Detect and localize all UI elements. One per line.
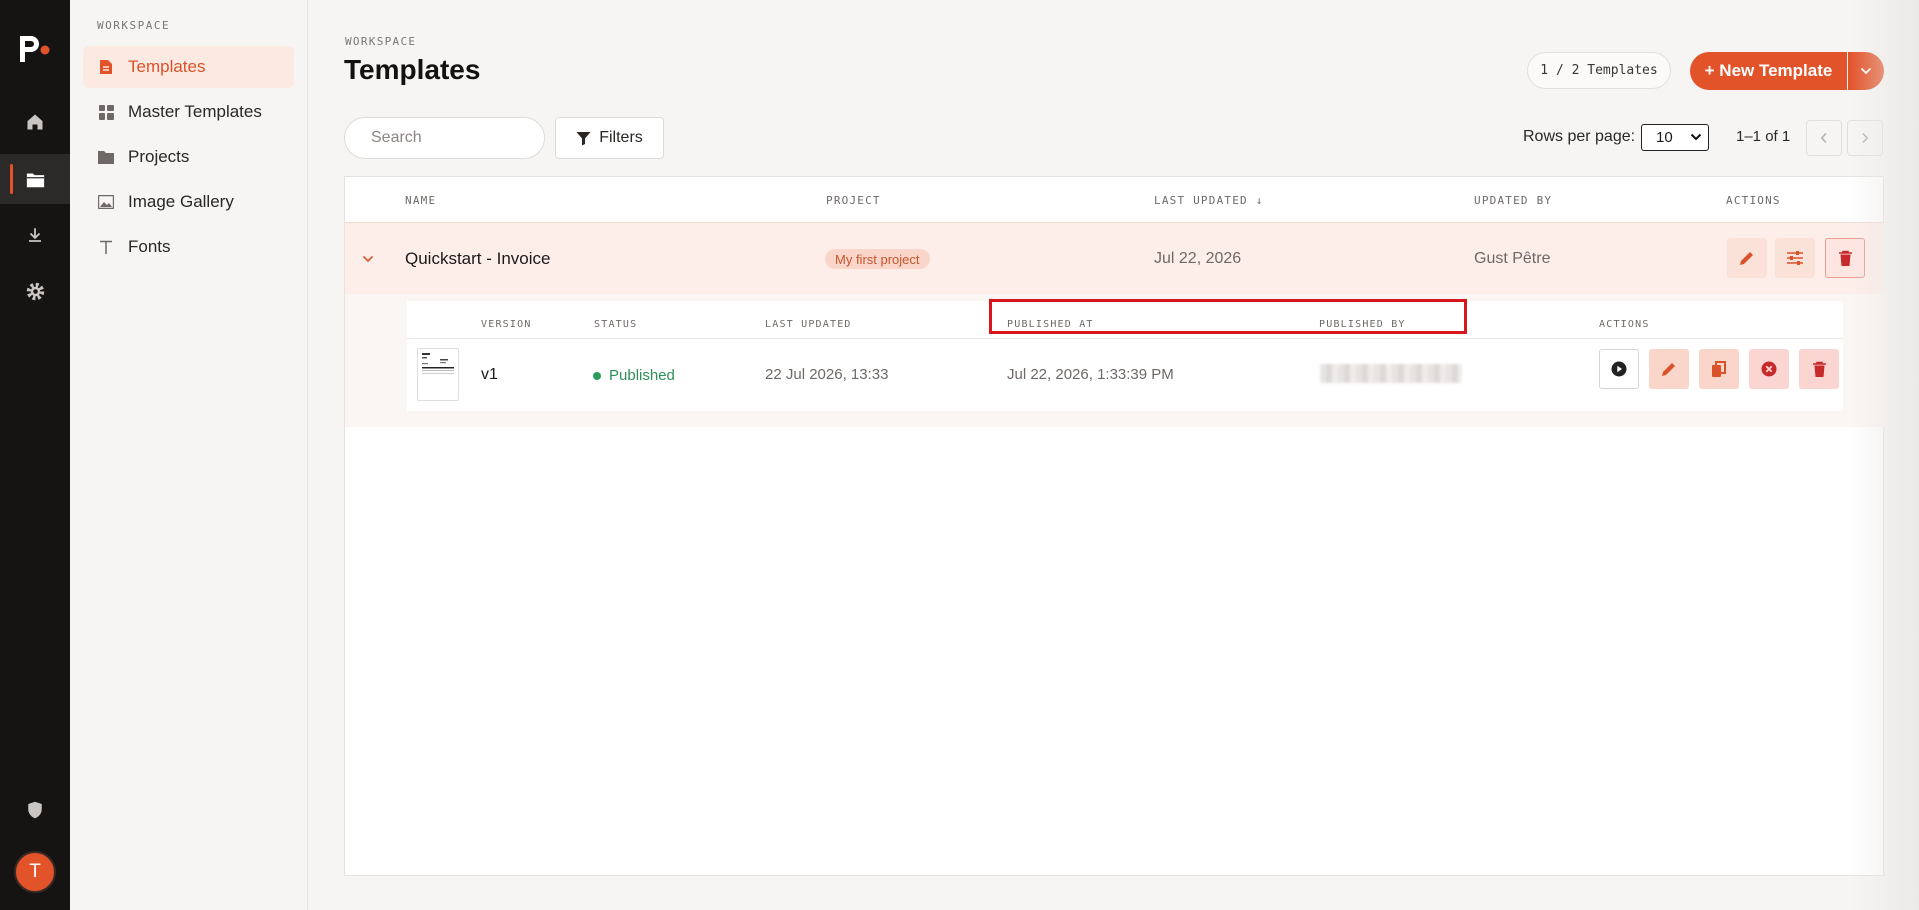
download-nav[interactable] [0,210,70,260]
filters-button[interactable]: Filters [555,117,664,159]
new-template-button[interactable]: + New Template [1690,52,1847,90]
preview-version-button[interactable] [1599,349,1639,389]
updated-by: Gust Pêtre [1474,250,1551,267]
rows-per-page-value: 10 [1656,129,1673,146]
template-name[interactable]: Quickstart - Invoice [405,249,551,269]
sidebar-item-templates[interactable]: Templates [83,46,294,88]
copy-icon [1712,360,1726,377]
pagination-range: 1–1 of 1 [1736,128,1791,145]
rows-per-page-select[interactable]: 10 [1641,124,1709,151]
sidebar: WORKSPACE Templates Master Templates Pro… [70,0,308,910]
column-header-updated-by[interactable]: UPDATED BY [1474,194,1552,207]
sidebar-item-label: Image Gallery [128,192,234,211]
sidebar-item-label: Templates [128,57,206,76]
font-icon [97,238,115,256]
status-badge: Published [593,367,675,384]
folder-icon [26,172,44,187]
chevron-down-icon [362,255,374,263]
sidebar-item-label: Fonts [128,237,171,256]
chevron-down-icon [1860,67,1872,75]
version-actions-column-header: ACTIONS [1599,319,1650,330]
sidebar-item-fonts[interactable]: Fonts [83,226,294,268]
sidebar-item-image-gallery[interactable]: Image Gallery [83,181,294,223]
page-title: Templates [344,54,481,85]
project-badge[interactable]: My first project [825,249,930,269]
template-settings-button[interactable] [1775,238,1815,278]
settings-nav[interactable] [0,266,70,316]
cancel-circle-icon [1761,361,1777,377]
gear-icon [26,282,44,300]
app-logo[interactable] [17,32,53,66]
new-template-dropdown-button[interactable] [1848,52,1884,90]
image-icon [97,193,115,211]
search-input[interactable] [344,117,545,159]
shield-icon [28,801,42,819]
expand-row-button[interactable] [362,250,374,268]
status-column-header: STATUS [594,319,638,330]
column-header-name[interactable]: NAME [405,194,436,207]
download-icon [29,228,41,242]
column-header-actions: ACTIONS [1726,194,1781,207]
document-icon [97,58,115,76]
play-icon [1611,361,1627,377]
home-nav[interactable] [0,97,70,147]
edit-version-button[interactable] [1649,349,1689,389]
templates-table: NAME PROJECT LAST UPDATED ↓ UPDATED BY A… [344,176,1884,876]
highlight-annotation [989,299,1467,334]
template-count-badge: 1 / 2 Templates [1527,52,1671,89]
pencil-icon [1740,252,1753,265]
pencil-icon [1662,363,1675,376]
sidebar-item-label: Master Templates [128,102,262,121]
chevron-down-icon [1690,133,1702,141]
last-updated-column-header: LAST UPDATED [765,319,852,330]
sliders-icon [1787,251,1803,265]
app-rail: T [0,0,70,910]
sidebar-item-label: Projects [128,147,190,166]
version-last-updated: 22 Jul 2026, 13:33 [765,366,889,383]
unpublish-version-button[interactable] [1749,349,1789,389]
table-row[interactable]: Quickstart - Invoice My first project Ju… [345,222,1884,294]
column-header-project[interactable]: PROJECT [826,194,881,207]
home-icon [27,114,43,130]
breadcrumb: WORKSPACE [345,35,417,48]
edit-template-button[interactable] [1727,238,1767,278]
rows-per-page-label: Rows per page: [1523,128,1636,145]
filter-icon [576,131,591,145]
delete-template-button[interactable] [1825,238,1865,278]
last-updated: Jul 22, 2026 [1154,250,1242,267]
version-label[interactable]: v1 [481,366,498,384]
user-avatar[interactable]: T [14,851,56,893]
published-by-redacted [1320,364,1462,383]
grid-icon [97,103,115,121]
next-page-button[interactable] [1847,120,1883,156]
sidebar-item-master-templates[interactable]: Master Templates [83,91,294,133]
security-nav[interactable] [0,785,70,835]
trash-icon [1838,250,1852,266]
templates-nav[interactable] [0,154,70,204]
template-thumbnail[interactable] [417,348,459,401]
column-header-last-updated[interactable]: LAST UPDATED ↓ [1154,194,1264,207]
folder-icon [97,148,115,166]
sidebar-section-label: WORKSPACE [97,19,171,32]
previous-page-button[interactable] [1806,120,1842,156]
trash-icon [1812,361,1826,377]
divider [407,338,1843,339]
version-column-header: VERSION [481,319,532,330]
delete-version-button[interactable] [1799,349,1839,389]
sidebar-item-projects[interactable]: Projects [83,136,294,178]
status-dot-icon [593,371,601,380]
status-text: Published [609,367,675,384]
filters-label: Filters [599,129,643,146]
chevron-right-icon [1862,132,1869,144]
chevron-left-icon [1820,132,1827,144]
published-at: Jul 22, 2026, 1:33:39 PM [1007,366,1174,383]
duplicate-version-button[interactable] [1699,349,1739,389]
